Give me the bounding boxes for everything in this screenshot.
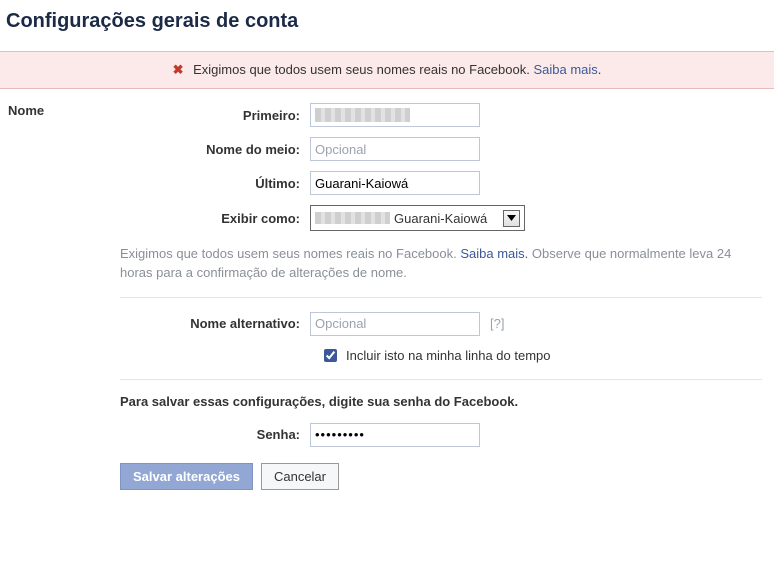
label-middle-name: Nome do meio: bbox=[120, 142, 310, 157]
notice-dot: . bbox=[598, 62, 602, 77]
middle-name-input[interactable] bbox=[310, 137, 480, 161]
divider bbox=[120, 297, 762, 298]
save-button[interactable]: Salvar alterações bbox=[120, 463, 253, 490]
save-password-prompt: Para salvar essas configurações, digite … bbox=[120, 394, 762, 409]
error-icon: ✖ bbox=[173, 62, 184, 77]
notice-bar: ✖ Exigimos que todos usem seus nomes rea… bbox=[0, 51, 774, 89]
label-first-name: Primeiro: bbox=[120, 108, 310, 123]
page-title: Configurações gerais de conta bbox=[6, 10, 774, 33]
label-alt-name: Nome alternativo: bbox=[120, 316, 310, 331]
display-as-value: Guarani-Kaiowá bbox=[394, 211, 487, 226]
label-display-as: Exibir como: bbox=[120, 211, 310, 226]
divider bbox=[120, 379, 762, 380]
label-password: Senha: bbox=[120, 427, 310, 442]
last-name-input[interactable] bbox=[310, 171, 480, 195]
help-icon[interactable]: [?] bbox=[490, 316, 504, 331]
alt-name-input[interactable] bbox=[310, 312, 480, 336]
include-timeline-label: Incluir isto na minha linha do tempo bbox=[346, 348, 551, 363]
redacted-first-name bbox=[315, 108, 410, 122]
name-policy-note: Exigimos que todos usem seus nomes reais… bbox=[120, 245, 762, 283]
redacted-display-first bbox=[315, 212, 390, 224]
notice-learn-more-link[interactable]: Saiba mais bbox=[533, 62, 597, 77]
notice-text: Exigimos que todos usem seus nomes reais… bbox=[193, 62, 530, 77]
label-last-name: Último: bbox=[120, 176, 310, 191]
password-input[interactable] bbox=[310, 423, 480, 447]
cancel-button[interactable]: Cancelar bbox=[261, 463, 339, 490]
note-learn-more-link[interactable]: Saiba mais. bbox=[460, 246, 528, 261]
section-label-name: Nome bbox=[0, 103, 120, 490]
include-timeline-checkbox[interactable] bbox=[324, 349, 337, 362]
chevron-down-icon bbox=[503, 210, 520, 227]
display-as-select[interactable]: Guarani-Kaiowá bbox=[310, 205, 525, 231]
